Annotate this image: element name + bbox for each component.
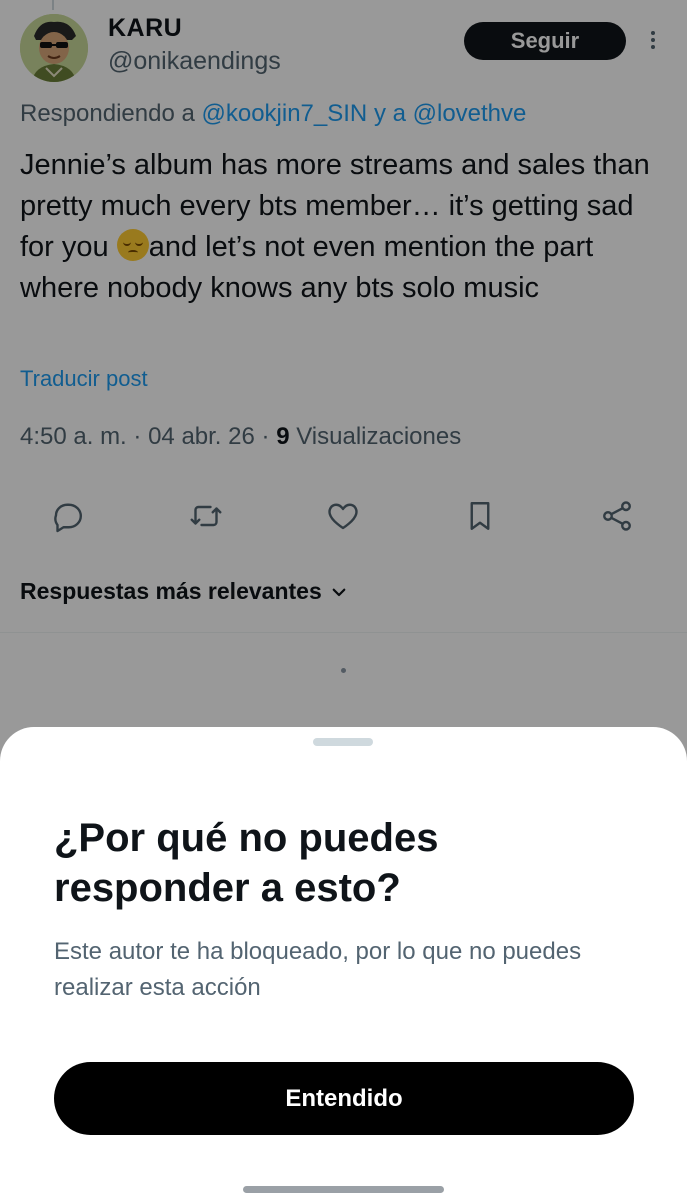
bottom-sheet: ¿Por qué no puedes responder a esto? Est… bbox=[0, 727, 687, 1199]
understood-button[interactable]: Entendido bbox=[54, 1062, 634, 1135]
sheet-drag-handle[interactable] bbox=[313, 738, 373, 746]
home-indicator[interactable] bbox=[243, 1186, 444, 1193]
sheet-title: ¿Por qué no puedes responder a esto? bbox=[54, 816, 439, 910]
sheet-description: Este autor te ha bloqueado, por lo que n… bbox=[54, 938, 582, 1001]
